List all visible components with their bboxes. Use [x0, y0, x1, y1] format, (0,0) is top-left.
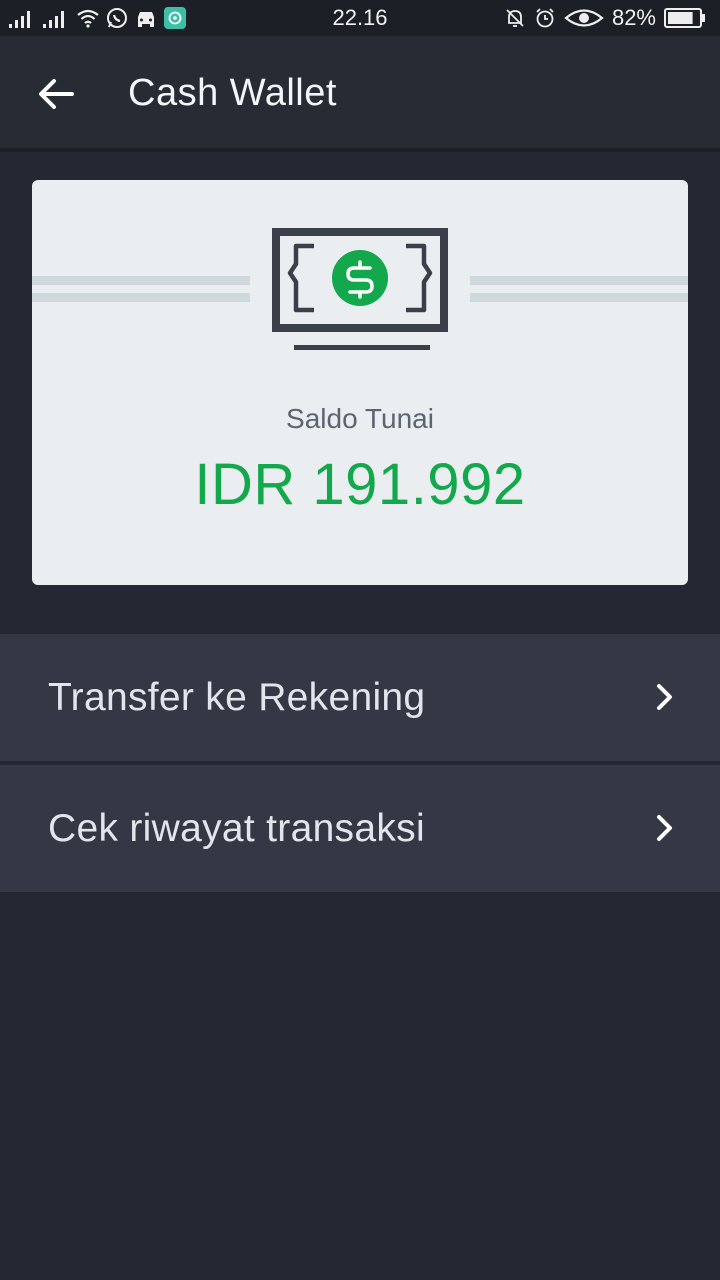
battery-icon [664, 8, 705, 28]
status-bar: 22.16 82% [0, 0, 720, 36]
menu-item-label: Transfer ke Rekening [48, 676, 426, 719]
eye-icon [564, 9, 604, 27]
chevron-right-icon [657, 684, 672, 710]
page-title: Cash Wallet [128, 72, 337, 114]
status-right-icons: 82% [504, 6, 706, 30]
chevron-right-icon [657, 815, 672, 841]
cash-bill-icon [32, 228, 688, 350]
balance-label: Saldo Tunai [286, 403, 434, 434]
transfer-to-account-item[interactable]: Transfer ke Rekening [0, 634, 720, 761]
arrow-left-icon[interactable] [36, 74, 76, 114]
alarm-icon [536, 8, 554, 28]
bell-muted-icon [506, 9, 524, 27]
menu-item-label: Cek riwayat transaksi [48, 807, 425, 850]
balance-card: Saldo Tunai IDR 191.992 [32, 180, 688, 585]
battery-percent: 82% [611, 5, 656, 30]
balance-amount: IDR 191.992 [194, 452, 526, 517]
app-bar: Cash Wallet [0, 36, 720, 152]
transaction-history-item[interactable]: Cek riwayat transaksi [0, 765, 720, 892]
